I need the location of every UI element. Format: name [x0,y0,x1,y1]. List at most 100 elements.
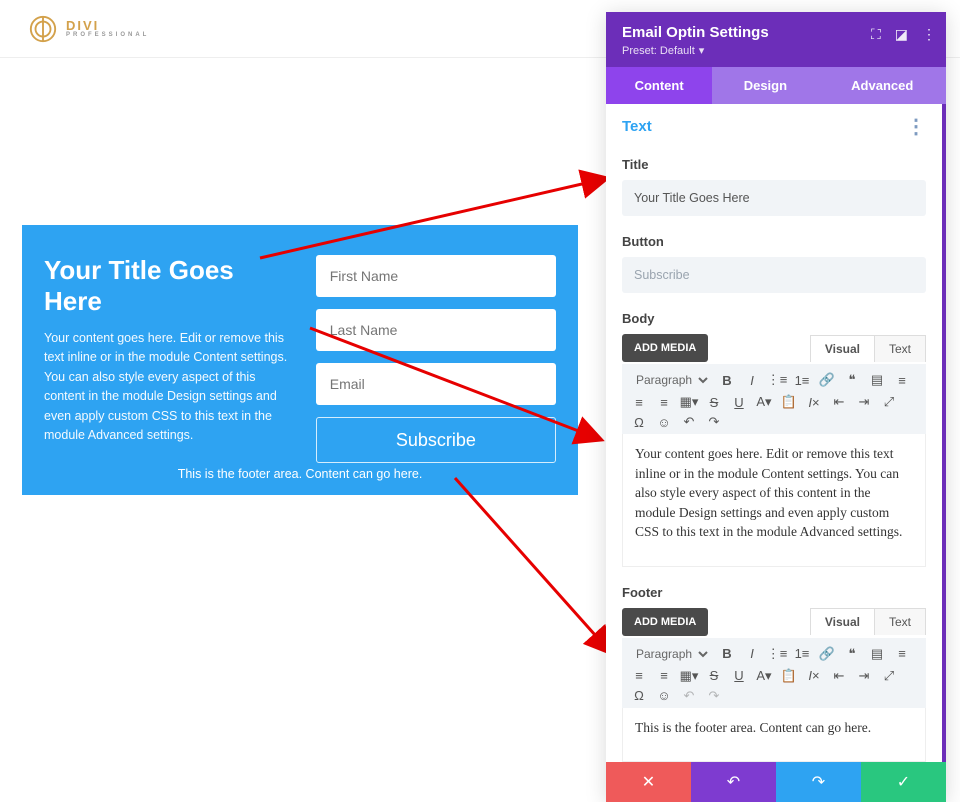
more-tools-icon[interactable]: ▤ [868,646,886,662]
paste-icon[interactable]: 📋 [780,668,798,684]
indent-icon[interactable]: ⇥ [855,668,873,684]
fullscreen-icon[interactable]: ⤢ [880,394,898,410]
outdent-icon[interactable]: ⇤ [830,668,848,684]
footer-mode-text[interactable]: Text [875,608,926,635]
footer-add-media-button[interactable]: ADD MEDIA [622,608,708,636]
clear-format-icon[interactable]: I× [805,395,823,410]
number-list-icon[interactable]: 1≡ [793,373,811,388]
align-left-icon[interactable]: ≡ [893,373,911,388]
close-button[interactable]: ✕ [606,762,691,802]
undo-button[interactable]: ↶ [691,762,776,802]
undo-icon[interactable]: ↶ [680,688,698,704]
tab-advanced[interactable]: Advanced [819,67,947,104]
field-footer: Footer ADD MEDIA Visual Text Paragraph B… [622,585,926,763]
chevron-down-icon: ▾ [699,44,705,57]
brand-name: DIVI [66,19,149,32]
panel-body: Text ⋮ Title Button Body ADD MEDIA Visua… [606,104,946,762]
field-body: Body ADD MEDIA Visual Text Paragraph B I… [622,311,926,567]
emoji-icon[interactable]: ☺ [655,415,673,430]
bullet-list-icon[interactable]: ⋮≡ [768,372,786,388]
align-right-icon[interactable]: ≡ [655,668,673,683]
link-icon[interactable]: 🔗 [818,372,836,388]
logo-text: DIVI PROFESSIONAL [66,19,149,38]
body-add-media-button[interactable]: ADD MEDIA [622,334,708,362]
table-icon[interactable]: ▦▾ [680,668,698,684]
settings-panel: Email Optin Settings Preset: Default ▾ ⛶… [606,12,946,802]
button-label: Button [622,234,926,249]
optin-body[interactable]: Your content goes here. Edit or remove t… [44,329,290,445]
undo-icon[interactable]: ↶ [680,414,698,430]
optin-title[interactable]: Your Title Goes Here [44,255,290,317]
redo-icon[interactable]: ↷ [705,688,723,704]
title-label: Title [622,157,926,172]
body-paragraph-select[interactable]: Paragraph [630,370,711,390]
email-input[interactable] [316,363,556,405]
optin-form-column: Subscribe [316,255,556,477]
tab-content[interactable]: Content [606,67,712,104]
strikethrough-icon[interactable]: S [705,395,723,410]
underline-icon[interactable]: U [730,668,748,683]
first-name-input[interactable] [316,255,556,297]
bold-icon[interactable]: B [718,646,736,661]
quote-icon[interactable]: ❝ [843,372,861,388]
panel-tabs: Content Design Advanced [606,67,946,104]
emoji-icon[interactable]: ☺ [655,688,673,703]
body-label: Body [622,311,926,326]
italic-icon[interactable]: I [743,373,761,388]
fullscreen-icon[interactable]: ⤢ [880,668,898,684]
tab-design[interactable]: Design [712,67,818,104]
redo-icon[interactable]: ↷ [705,414,723,430]
panel-footer: ✕ ↶ ↷ ✓ [606,762,946,802]
clear-format-icon[interactable]: I× [805,668,823,683]
arrow-footer [455,478,612,654]
omega-icon[interactable]: Ω [630,688,648,703]
button-input[interactable] [622,257,926,293]
body-mode-visual[interactable]: Visual [810,335,875,362]
table-icon[interactable]: ▦▾ [680,394,698,410]
footer-editor[interactable]: This is the footer area. Content can go … [622,708,926,763]
number-list-icon[interactable]: 1≡ [793,646,811,661]
bold-icon[interactable]: B [718,373,736,388]
snap-icon[interactable]: ◪ [895,26,908,43]
redo-button[interactable]: ↷ [776,762,861,802]
title-input[interactable] [622,180,926,216]
subscribe-button[interactable]: Subscribe [316,417,556,463]
align-center-icon[interactable]: ≡ [630,668,648,683]
brand-sub: PROFESSIONAL [66,32,149,38]
body-editor[interactable]: Your content goes here. Edit or remove t… [622,434,926,567]
section-menu-icon[interactable]: ⋮ [906,122,926,132]
bullet-list-icon[interactable]: ⋮≡ [768,646,786,662]
last-name-input[interactable] [316,309,556,351]
optin-footer[interactable]: This is the footer area. Content can go … [22,467,578,481]
underline-icon[interactable]: U [730,395,748,410]
align-left-icon[interactable]: ≡ [893,646,911,661]
strikethrough-icon[interactable]: S [705,668,723,683]
body-mode-text[interactable]: Text [875,335,926,362]
panel-preset[interactable]: Preset: Default ▾ [622,44,930,57]
more-tools-icon[interactable]: ▤ [868,372,886,388]
text-color-icon[interactable]: A▾ [755,668,773,684]
indent-icon[interactable]: ⇥ [855,394,873,410]
field-button: Button [622,234,926,293]
align-right-icon[interactable]: ≡ [655,395,673,410]
italic-icon[interactable]: I [743,646,761,661]
field-title: Title [622,157,926,216]
more-icon[interactable]: ⋮ [922,26,936,43]
footer-mode-visual[interactable]: Visual [810,608,875,635]
save-button[interactable]: ✓ [861,762,946,802]
link-icon[interactable]: 🔗 [818,646,836,662]
footer-label: Footer [622,585,926,600]
expand-icon[interactable]: ⛶ [871,26,881,43]
logo[interactable]: DIVI PROFESSIONAL [28,14,149,44]
section-text[interactable]: Text ⋮ [622,118,926,139]
footer-paragraph-select[interactable]: Paragraph [630,644,711,664]
omega-icon[interactable]: Ω [630,415,648,430]
text-color-icon[interactable]: A▾ [755,394,773,410]
outdent-icon[interactable]: ⇤ [830,394,848,410]
paste-icon[interactable]: 📋 [780,394,798,410]
logo-icon [28,14,58,44]
body-toolbar: Paragraph B I ⋮≡ 1≡ 🔗 ❝ ▤ ≡ ≡ ≡ ▦▾ S U A… [622,364,926,434]
align-center-icon[interactable]: ≡ [630,395,648,410]
optin-text-column: Your Title Goes Here Your content goes h… [44,255,290,477]
quote-icon[interactable]: ❝ [843,646,861,662]
